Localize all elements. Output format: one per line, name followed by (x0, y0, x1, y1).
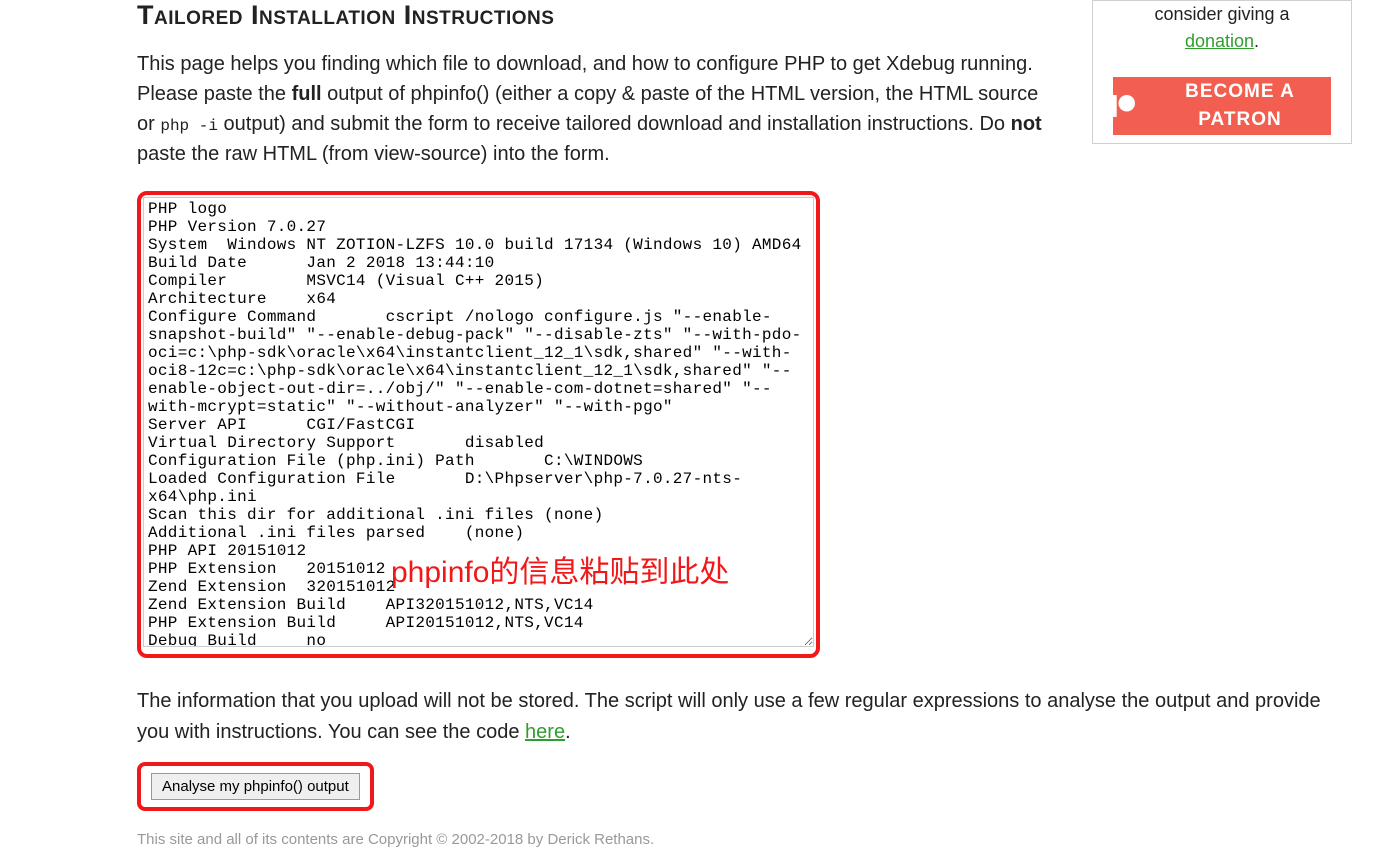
inline-code-php-i: php -i (160, 117, 218, 135)
phpinfo-textarea-highlight: phpinfo的信息粘贴到此处 (137, 191, 820, 658)
footer-copyright: This site and all of its contents are Co… (137, 831, 1352, 848)
donation-text: consider giving a (1154, 4, 1289, 24)
intro-bold-full: full (292, 83, 322, 105)
phpinfo-textarea[interactable] (143, 197, 814, 647)
upload-note: The information that you upload will not… (137, 686, 1352, 748)
donation-period: . (1254, 31, 1259, 51)
intro-text: output) and submit the form to receive t… (224, 113, 1011, 135)
intro-bold-not: not (1011, 113, 1042, 135)
analyse-button-highlight: Analyse my phpinfo() output (137, 762, 374, 811)
note-text-end: . (565, 721, 571, 743)
become-patron-button[interactable]: BECOME A PATRON (1113, 77, 1331, 135)
donation-link[interactable]: donation (1185, 31, 1254, 51)
code-here-link[interactable]: here (525, 721, 565, 743)
intro-text: paste the raw HTML (from view-source) in… (137, 143, 610, 165)
intro-paragraph: This page helps you finding which file t… (137, 49, 1042, 169)
analyse-button[interactable]: Analyse my phpinfo() output (151, 773, 360, 800)
patreon-icon (1113, 95, 1135, 117)
section-heading: Tailored Installation Instructions (137, 0, 1072, 31)
note-text: The information that you upload will not… (137, 690, 1321, 743)
patron-label: BECOME A PATRON (1149, 78, 1331, 135)
sidebar-donation-box: consider giving a donation. BECOME A PAT… (1092, 0, 1352, 144)
